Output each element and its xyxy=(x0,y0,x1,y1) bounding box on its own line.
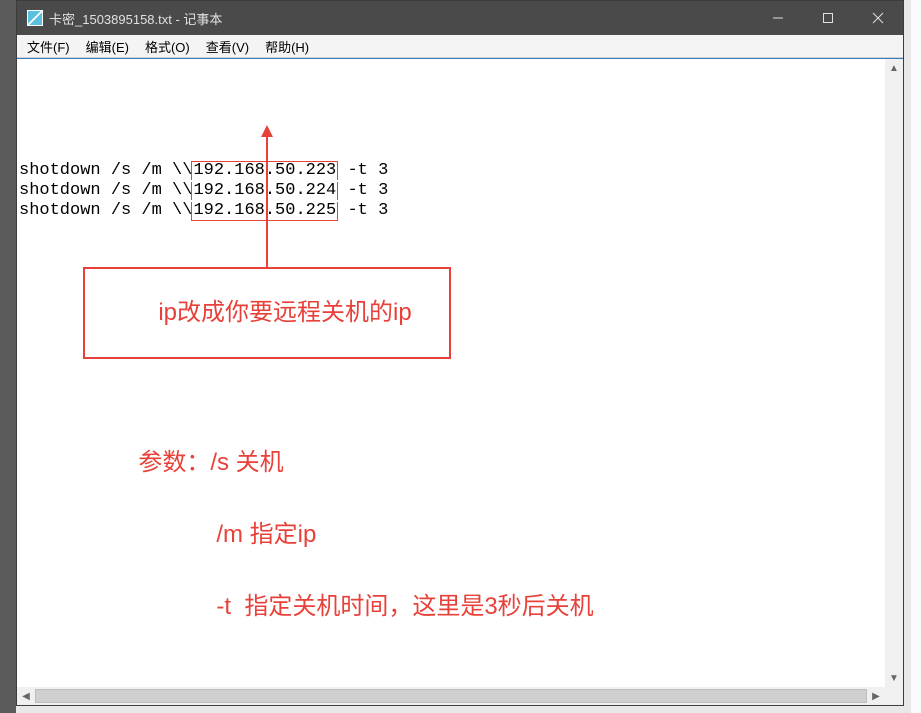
text-area[interactable]: shotdown /s /m \\192.168.50.223 -t 3shot… xyxy=(17,59,885,687)
notepad-window: 卡密_1503895158.txt - 记事本 文件(F) 编辑(E) 格式(O… xyxy=(16,0,904,706)
annotation-ip-box: ip改成你要远程关机的ip xyxy=(83,267,451,359)
annotation-param-t: -t 指定关机时间，这里是3秒后关机 xyxy=(216,593,593,620)
scroll-down-icon[interactable]: ▼ xyxy=(885,669,903,687)
scroll-corner xyxy=(885,687,903,705)
ip-address: 192.168.50.223 xyxy=(191,161,338,180)
menubar: 文件(F) 编辑(E) 格式(O) 查看(V) 帮助(H) xyxy=(17,35,903,58)
annotation-ip-text: ip改成你要远程关机的ip xyxy=(158,299,411,326)
text-line: shotdown /s /m \\192.168.50.224 -t 3 xyxy=(19,181,885,201)
annotation-params-label: 参数： xyxy=(138,449,210,476)
minimize-button[interactable] xyxy=(753,1,803,35)
annotation-param-s: /s 关机 xyxy=(210,449,283,476)
annotation-arrow-head xyxy=(261,125,273,137)
cmd-suffix: -t 3 xyxy=(337,181,388,200)
desktop-background-left xyxy=(0,0,16,713)
vertical-scrollbar[interactable]: ▲ ▼ xyxy=(885,59,903,687)
text-line: shotdown /s /m \\192.168.50.225 -t 3 xyxy=(19,201,885,221)
cmd-suffix: -t 3 xyxy=(337,201,388,220)
cmd-prefix: shotdown /s /m \\ xyxy=(19,201,192,220)
cmd-suffix: -t 3 xyxy=(337,161,388,180)
scroll-hthumb[interactable] xyxy=(35,689,867,703)
scroll-left-icon[interactable]: ◀ xyxy=(17,687,35,705)
menu-view[interactable]: 查看(V) xyxy=(198,35,257,58)
maximize-icon xyxy=(822,12,834,24)
horizontal-scrollbar[interactable]: ◀ ▶ xyxy=(17,687,903,705)
titlebar[interactable]: 卡密_1503895158.txt - 记事本 xyxy=(17,1,903,35)
scroll-up-icon[interactable]: ▲ xyxy=(885,59,903,77)
scroll-track[interactable] xyxy=(885,77,903,669)
menu-help[interactable]: 帮助(H) xyxy=(257,35,317,58)
scroll-right-icon[interactable]: ▶ xyxy=(867,687,885,705)
minimize-icon xyxy=(772,12,784,24)
menu-format[interactable]: 格式(O) xyxy=(137,35,198,58)
menu-edit[interactable]: 编辑(E) xyxy=(78,35,137,58)
annotation-params: 参数：/s 关机 /m 指定ip -t 指定关机时间，这里是3秒后关机 xyxy=(85,409,594,661)
ip-address: 192.168.50.224 xyxy=(191,182,338,200)
cmd-prefix: shotdown /s /m \\ xyxy=(19,181,192,200)
annotation-param-m: /m 指定ip xyxy=(216,521,316,548)
notepad-icon xyxy=(27,10,43,26)
close-button[interactable] xyxy=(853,1,903,35)
content-wrap: shotdown /s /m \\192.168.50.223 -t 3shot… xyxy=(17,58,903,687)
close-icon xyxy=(872,12,884,24)
maximize-button[interactable] xyxy=(803,1,853,35)
text-line: shotdown /s /m \\192.168.50.223 -t 3 xyxy=(19,161,885,181)
menu-file[interactable]: 文件(F) xyxy=(19,35,78,58)
ip-address: 192.168.50.225 xyxy=(191,202,338,221)
desktop-background-right xyxy=(911,0,921,713)
annotation-arrow-line xyxy=(266,137,268,267)
window-title: 卡密_1503895158.txt - 记事本 xyxy=(49,9,222,28)
cmd-prefix: shotdown /s /m \\ xyxy=(19,161,192,180)
